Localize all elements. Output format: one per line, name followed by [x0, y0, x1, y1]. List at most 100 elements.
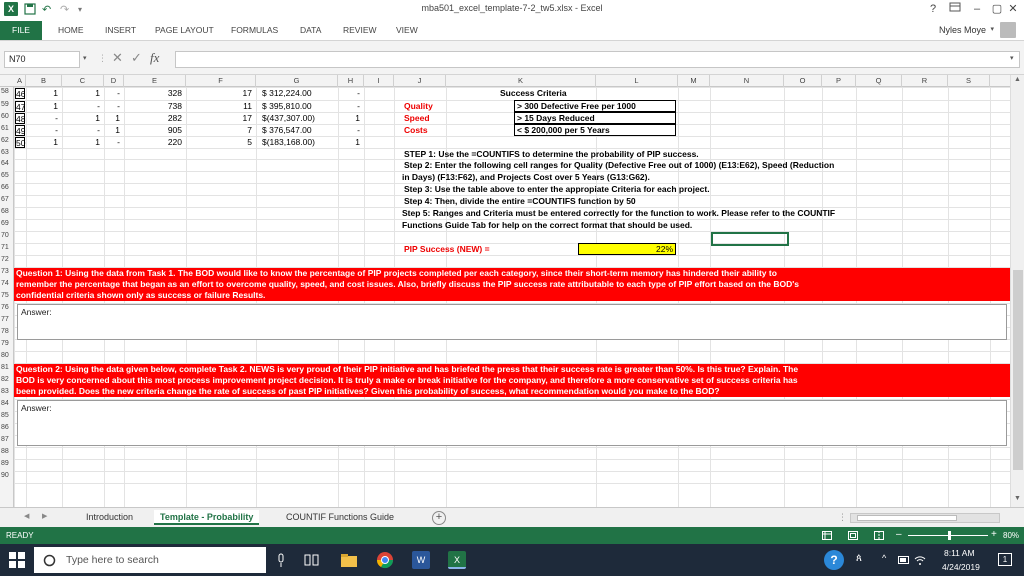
taskbar-date[interactable]: 4/24/2019: [942, 562, 980, 572]
criteria-label[interactable]: Quality: [404, 101, 514, 111]
column-header[interactable]: A: [14, 75, 26, 87]
answer-2-box[interactable]: Answer:: [17, 400, 1007, 446]
table-cell-d[interactable]: 1: [104, 113, 120, 123]
table-cell-b[interactable]: 1: [26, 137, 58, 147]
row-header[interactable]: 86: [0, 424, 14, 431]
show-hidden-icons-icon[interactable]: ^: [882, 553, 886, 563]
criteria-value[interactable]: > 300 Defective Free per 1000: [514, 100, 676, 112]
wifi-icon[interactable]: [914, 554, 926, 566]
row-header[interactable]: 77: [0, 316, 14, 323]
file-explorer-icon[interactable]: [340, 551, 358, 569]
normal-view-icon[interactable]: [822, 531, 832, 540]
name-box-dropdown-icon[interactable]: ▾: [83, 54, 87, 62]
pip-success-label[interactable]: PIP Success (NEW) =: [404, 244, 564, 254]
table-cell-h[interactable]: -: [338, 101, 360, 111]
column-header[interactable]: E: [124, 75, 186, 87]
row-header[interactable]: 88: [0, 448, 14, 455]
zoom-slider[interactable]: [908, 531, 988, 540]
table-cell-e[interactable]: 738: [124, 101, 182, 111]
tab-formulas[interactable]: FORMULAS: [231, 23, 278, 38]
pip-success-value[interactable]: 22%: [578, 243, 676, 255]
table-cell-a[interactable]: 46: [15, 88, 25, 99]
horizontal-scroll-thumb[interactable]: [857, 515, 957, 521]
windows-start-icon[interactable]: [9, 552, 25, 568]
chrome-icon[interactable]: [376, 551, 394, 569]
user-name[interactable]: Nyles Moye: [939, 25, 986, 35]
table-cell-g[interactable]: $ 312,224.00: [262, 88, 336, 98]
tab-template-probability[interactable]: Template - Probability: [154, 510, 260, 525]
notifications-icon[interactable]: 1: [998, 553, 1012, 566]
column-header[interactable]: K: [446, 75, 596, 87]
step-text[interactable]: STEP 1: Use the =COUNTIFS to determine t…: [404, 149, 924, 159]
excel-taskbar-icon[interactable]: X: [448, 551, 466, 569]
table-cell-h[interactable]: -: [338, 88, 360, 98]
step-text[interactable]: Functions Guide Tab for help on the corr…: [402, 220, 922, 230]
row-header[interactable]: 89: [0, 460, 14, 467]
scroll-down-icon[interactable]: ▼: [1014, 495, 1021, 502]
question-1-band[interactable]: Question 1: Using the data from Task 1. …: [14, 268, 1010, 301]
row-header[interactable]: 65: [0, 172, 14, 179]
task-view-icon[interactable]: [304, 553, 319, 567]
table-cell-b[interactable]: 1: [26, 88, 58, 98]
column-header[interactable]: Q: [856, 75, 902, 87]
column-header[interactable]: P: [822, 75, 856, 87]
taskbar-time[interactable]: 8:11 AM: [944, 548, 975, 558]
criteria-value[interactable]: > 15 Days Reduced: [514, 112, 676, 124]
row-header[interactable]: 70: [0, 232, 14, 239]
row-header[interactable]: 90: [0, 472, 14, 479]
column-header[interactable]: R: [902, 75, 948, 87]
tab-file[interactable]: FILE: [0, 21, 42, 40]
worksheet-grid[interactable]: ABCDEFGHIJKLMNOPQRS 58 59 60 61 62 63 64 65 66 67…: [0, 75, 1010, 507]
tab-data[interactable]: DATA: [300, 23, 321, 38]
page-break-preview-icon[interactable]: [874, 531, 884, 540]
table-cell-h[interactable]: 1: [338, 137, 360, 147]
tab-insert[interactable]: INSERT: [105, 23, 136, 38]
table-cell-b[interactable]: -: [26, 125, 58, 135]
column-header[interactable]: S: [948, 75, 990, 87]
row-header[interactable]: 67: [0, 196, 14, 203]
table-cell-a[interactable]: 50: [15, 137, 25, 148]
sheet-prev-icon[interactable]: ◀: [24, 512, 29, 520]
step-text[interactable]: Step 4: Then, divide the entire =COUNTIF…: [404, 196, 924, 206]
table-cell-f[interactable]: 17: [186, 88, 252, 98]
row-header[interactable]: 68: [0, 208, 14, 215]
zoom-out-icon[interactable]: –: [896, 529, 902, 540]
table-cell-h[interactable]: 1: [338, 113, 360, 123]
step-text[interactable]: in Days) (F13:F62), and Projects Cost ov…: [402, 172, 922, 182]
table-cell-a[interactable]: 48: [15, 113, 25, 124]
vertical-scroll-thumb[interactable]: [1013, 270, 1023, 470]
table-cell-a[interactable]: 49: [15, 125, 25, 136]
expand-formula-bar-icon[interactable]: ▾: [1010, 54, 1014, 62]
table-cell-g[interactable]: $(437,307.00): [262, 113, 336, 123]
row-header[interactable]: 71: [0, 244, 14, 251]
name-box[interactable]: N70: [4, 51, 80, 68]
criteria-label[interactable]: Costs: [404, 125, 514, 135]
table-cell-a[interactable]: 47: [15, 101, 25, 112]
row-header[interactable]: 76: [0, 304, 14, 311]
column-header[interactable]: J: [394, 75, 446, 87]
table-cell-d[interactable]: -: [104, 137, 120, 147]
success-criteria-header[interactable]: Success Criteria: [500, 88, 620, 98]
enter-entry-icon[interactable]: ✓: [131, 50, 142, 66]
column-header[interactable]: O: [784, 75, 822, 87]
table-cell-b[interactable]: 1: [26, 101, 58, 111]
help-button[interactable]: ?: [922, 1, 944, 17]
table-cell-e[interactable]: 905: [124, 125, 182, 135]
microphone-icon[interactable]: [276, 553, 286, 568]
row-header[interactable]: 72: [0, 256, 14, 263]
step-text[interactable]: Step 5: Ranges and Criteria must be ente…: [402, 208, 922, 218]
tab-split-grip-icon[interactable]: ⋮: [838, 512, 847, 523]
table-cell-d[interactable]: -: [104, 101, 120, 111]
selected-cell-n70[interactable]: [711, 232, 789, 246]
criteria-label[interactable]: Speed: [404, 113, 514, 123]
row-header[interactable]: 81: [0, 364, 14, 371]
table-cell-f[interactable]: 5: [186, 137, 252, 147]
question-2-band[interactable]: Question 2: Using the data given below, …: [14, 364, 1010, 397]
help-assistant-icon[interactable]: ?: [824, 550, 844, 570]
table-cell-g[interactable]: $ 376,547.00: [262, 125, 336, 135]
table-cell-c[interactable]: -: [62, 101, 100, 111]
table-cell-d[interactable]: 1: [104, 125, 120, 135]
table-cell-f[interactable]: 17: [186, 113, 252, 123]
battery-icon[interactable]: [898, 555, 910, 565]
table-cell-e[interactable]: 220: [124, 137, 182, 147]
